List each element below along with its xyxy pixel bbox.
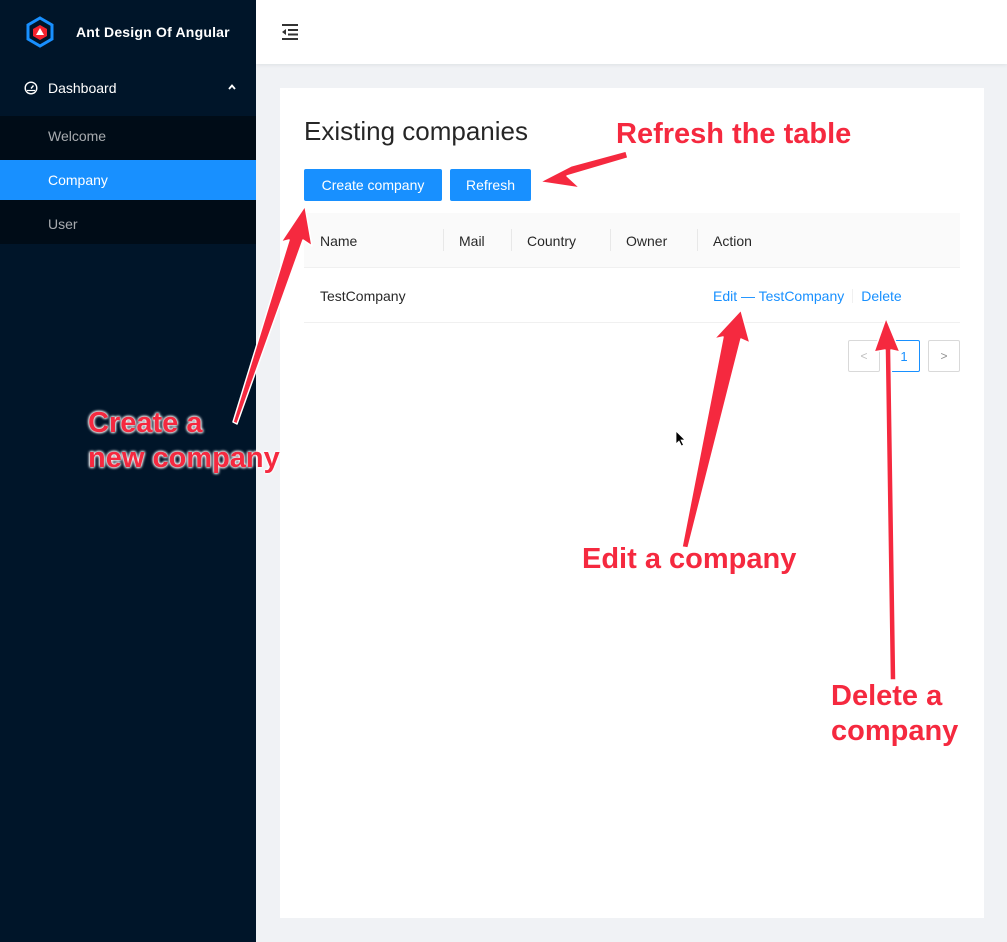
pagination-prev-button[interactable]: < bbox=[848, 340, 880, 372]
cell-mail bbox=[443, 268, 459, 323]
menu-fold-icon[interactable] bbox=[280, 22, 300, 42]
annotation-create-line2: new company bbox=[88, 442, 280, 474]
annotation-create-line1: Create a bbox=[88, 407, 203, 439]
companies-table: Name Mail Country Owner Action TestCompa… bbox=[304, 213, 960, 323]
cell-name: TestCompany bbox=[320, 287, 406, 304]
column-header-action[interactable]: Action bbox=[697, 213, 752, 268]
column-header-country[interactable]: Country bbox=[511, 213, 576, 268]
edit-company-link[interactable]: Edit — TestCompany bbox=[713, 288, 844, 304]
sidebar-submenu-dashboard[interactable]: Dashboard bbox=[0, 64, 256, 112]
chevron-up-icon bbox=[228, 84, 236, 90]
table-row: TestCompany Edit — TestCompany Delete bbox=[304, 268, 960, 323]
annotation-delete-line2: company bbox=[831, 715, 959, 747]
chevron-right-icon: > bbox=[940, 349, 948, 363]
cell-country bbox=[511, 268, 527, 323]
delete-company-link[interactable]: Delete bbox=[861, 288, 901, 304]
sidebar-item-label: User bbox=[48, 216, 78, 232]
angular-hex-logo-icon bbox=[26, 16, 54, 48]
content-card: Existing companies Create company Refres… bbox=[280, 88, 984, 918]
app-title: Ant Design Of Angular bbox=[76, 24, 230, 40]
sidebar-item-label: Welcome bbox=[48, 128, 107, 144]
dashboard-icon bbox=[24, 81, 38, 95]
chevron-left-icon: < bbox=[860, 349, 868, 363]
top-header bbox=[256, 0, 1007, 64]
annotation-refresh: Refresh the table bbox=[616, 118, 852, 150]
sidebar-item-company[interactable]: Company bbox=[0, 160, 256, 200]
logo[interactable]: Ant Design Of Angular bbox=[0, 0, 256, 64]
pagination-next-button[interactable]: > bbox=[928, 340, 960, 372]
page-title: Existing companies bbox=[304, 116, 528, 146]
sidebar-item-label: Company bbox=[48, 172, 108, 188]
cell-action: Edit — TestCompany Delete bbox=[697, 268, 902, 323]
mouse-cursor-icon bbox=[676, 431, 686, 447]
action-divider bbox=[852, 288, 854, 303]
annotation-edit: Edit a company bbox=[582, 543, 797, 575]
sidebar-submenu-label: Dashboard bbox=[48, 80, 117, 96]
refresh-button[interactable]: Refresh bbox=[450, 169, 531, 201]
column-header-owner[interactable]: Owner bbox=[610, 213, 667, 268]
sidebar-submenu-items: Welcome Company User bbox=[0, 116, 256, 244]
pagination-page-1[interactable]: 1 bbox=[888, 340, 920, 372]
annotation-delete-line1: Delete a bbox=[831, 680, 943, 712]
column-header-mail[interactable]: Mail bbox=[443, 213, 485, 268]
table-header: Name Mail Country Owner Action bbox=[304, 213, 960, 268]
create-company-button[interactable]: Create company bbox=[304, 169, 442, 201]
column-header-name[interactable]: Name bbox=[304, 213, 357, 268]
cell-owner bbox=[610, 268, 626, 323]
sidebar-item-welcome[interactable]: Welcome bbox=[0, 116, 256, 156]
sidebar-item-user[interactable]: User bbox=[0, 204, 256, 244]
